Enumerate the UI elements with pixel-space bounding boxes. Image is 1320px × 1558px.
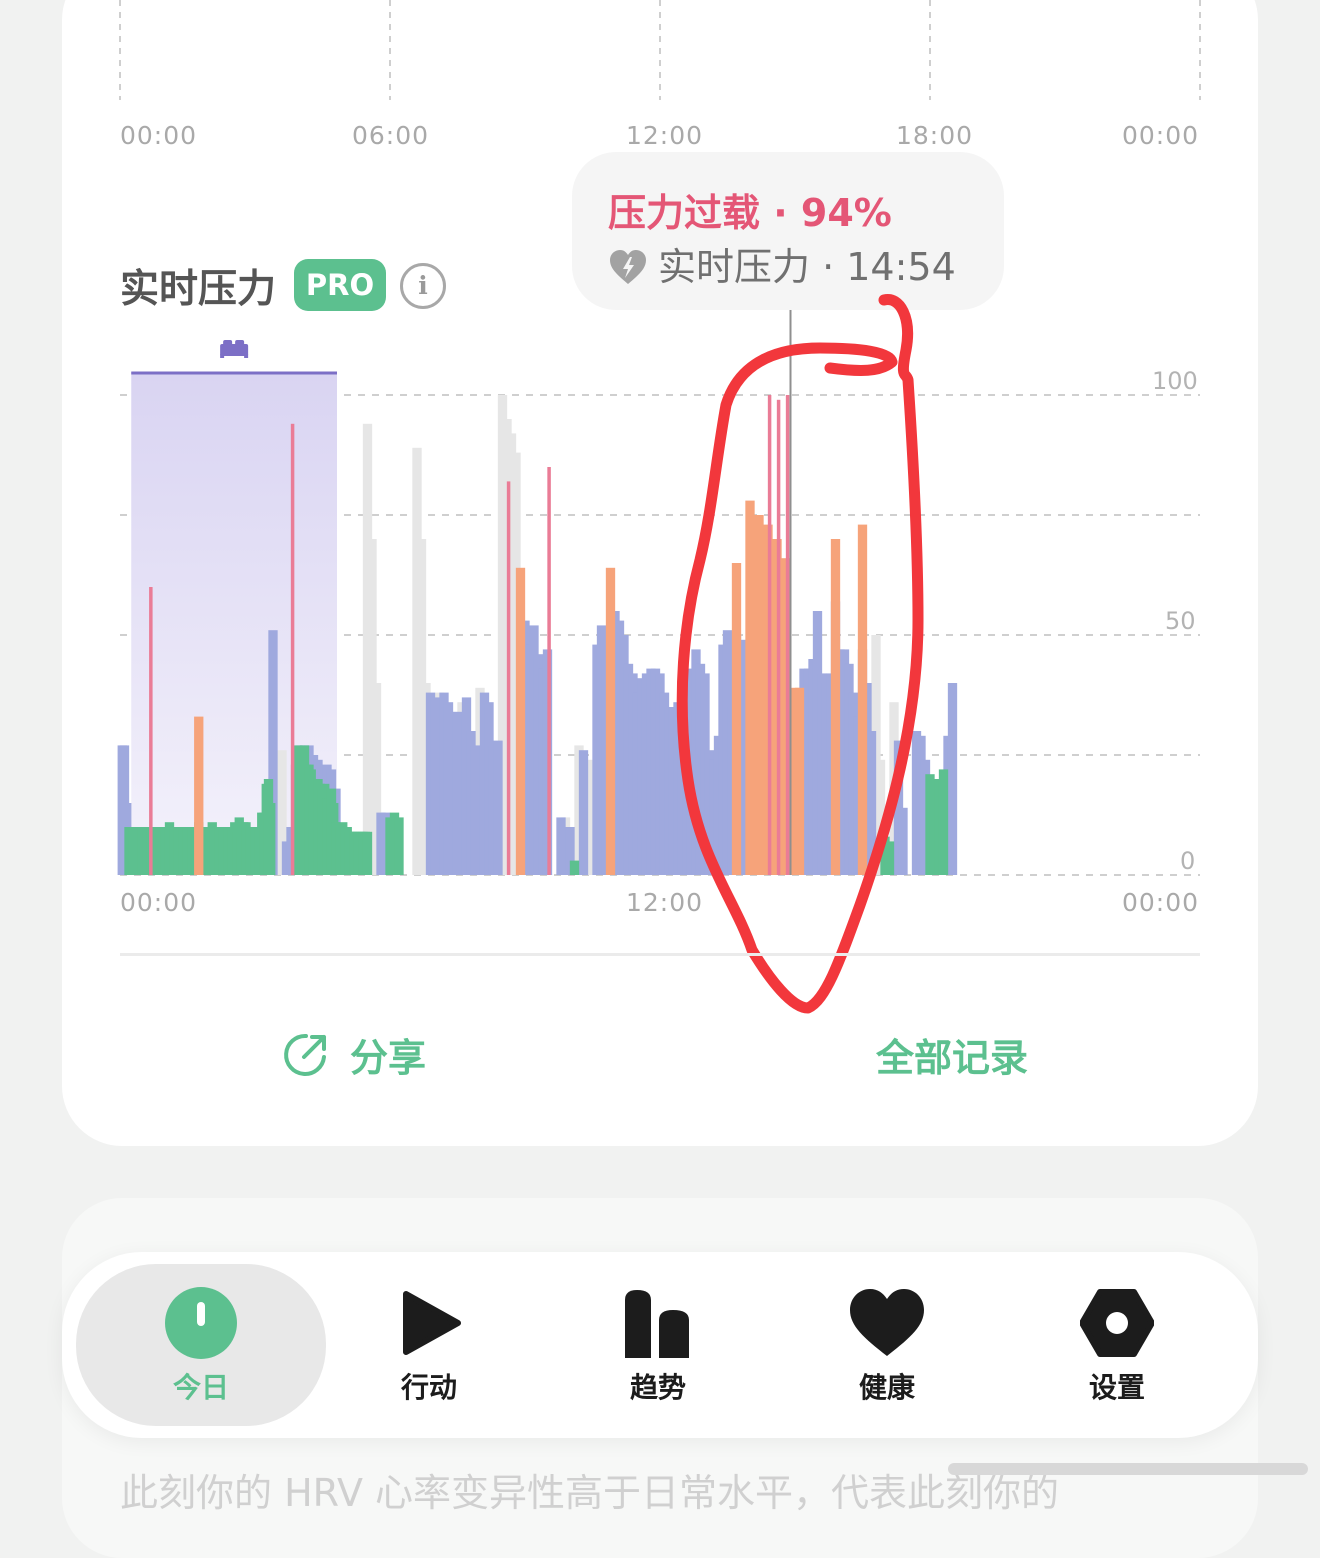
stress-bar: [443, 702, 454, 875]
tooltip-label: 实时压力 · 14:54: [658, 245, 956, 289]
stress-bar: [515, 567, 526, 875]
stress-bar: [857, 524, 868, 875]
stress-tooltip: 压力过载 · 94% 实时压力 · 14:54: [572, 152, 1004, 310]
stress-bar: [776, 399, 781, 875]
stress-bar: [898, 807, 908, 875]
heart-bolt-icon: [610, 250, 646, 284]
x-axis-tick: 12:00: [626, 888, 704, 917]
tab-health-label: 健康: [858, 1371, 915, 1404]
y-axis-tick: 100: [1152, 367, 1198, 395]
tab-settings[interactable]: 设置: [1002, 1252, 1232, 1438]
tooltip-status: 压力过载 · 94%: [608, 191, 892, 235]
heart-icon: [850, 1289, 924, 1356]
share-icon: [284, 1033, 326, 1076]
stress-bar: [290, 423, 295, 875]
play-icon: [403, 1291, 461, 1355]
stress-bar: [794, 687, 805, 875]
tab-today-label: 今日: [172, 1371, 229, 1404]
background-text: 此刻你的 HRV 心率变异性高于日常水平，代表此刻你的: [120, 1471, 1060, 1515]
top-axis-tick: 06:00: [352, 121, 430, 150]
stress-bar: [767, 395, 772, 875]
stress-bar: [947, 683, 958, 875]
stress-bar: [830, 539, 841, 875]
stress-bar: [362, 831, 373, 875]
share-button[interactable]: 分享: [282, 1027, 426, 1082]
stress-bar: [569, 860, 580, 875]
y-axis-tick: 0: [1180, 847, 1196, 875]
top-chart-grid: [119, 0, 1201, 100]
stress-bar: [430, 697, 440, 875]
tab-action-label: 行动: [400, 1371, 457, 1404]
stress-bar: [394, 817, 404, 875]
stress-bar: [938, 769, 949, 875]
stress-bar: [556, 817, 566, 875]
settings-icon: [1080, 1289, 1154, 1357]
tab-settings-label: 设置: [1088, 1371, 1145, 1404]
tab-today[interactable]: 今日: [86, 1252, 316, 1438]
stress-bar: [605, 567, 616, 875]
tab-trend[interactable]: 趋势: [543, 1252, 773, 1438]
bottom-tab-bar: 今日 行动 趋势 健康 设置: [62, 1252, 1258, 1438]
stress-bar: [194, 716, 204, 875]
x-axis-tick: 00:00: [1122, 888, 1200, 917]
stress-bar: [866, 731, 877, 875]
stress-bar: [785, 395, 790, 875]
top-axis-tick: 12:00: [626, 121, 704, 150]
top-axis-tick: 18:00: [896, 121, 974, 150]
divider: [120, 953, 1200, 956]
top-axis-tick: 00:00: [120, 121, 198, 150]
top-axis-tick: 00:00: [1122, 121, 1200, 150]
trend-icon: [625, 1290, 689, 1358]
stress-bar: [452, 711, 463, 875]
home-indicator: [948, 1463, 1308, 1475]
stress-bar: [578, 750, 589, 875]
stress-bar: [506, 481, 511, 875]
bed-icon: [220, 340, 249, 358]
x-axis-tick: 00:00: [120, 888, 198, 917]
stress-bar: [731, 563, 742, 875]
y-axis-tick: 50: [1165, 607, 1196, 635]
stress-bar: [884, 841, 895, 875]
stress-bar: [547, 467, 551, 875]
today-icon: [165, 1287, 237, 1359]
stress-bar: [754, 515, 764, 875]
tooltip-label-row: 实时压力 · 14:54: [608, 236, 956, 291]
share-label: 分享: [350, 1036, 427, 1080]
tab-trend-label: 趋势: [629, 1371, 686, 1404]
tab-action[interactable]: 行动: [314, 1252, 544, 1438]
stress-bar: [745, 500, 755, 875]
stress-bar: [266, 803, 276, 875]
stress-bar: [493, 740, 503, 875]
stress-chart[interactable]: [0, 300, 1320, 950]
all-records-link[interactable]: 全部记录: [876, 1027, 1028, 1082]
tab-health[interactable]: 健康: [772, 1252, 1002, 1438]
stress-bar: [470, 745, 481, 875]
stress-bar: [149, 587, 153, 875]
